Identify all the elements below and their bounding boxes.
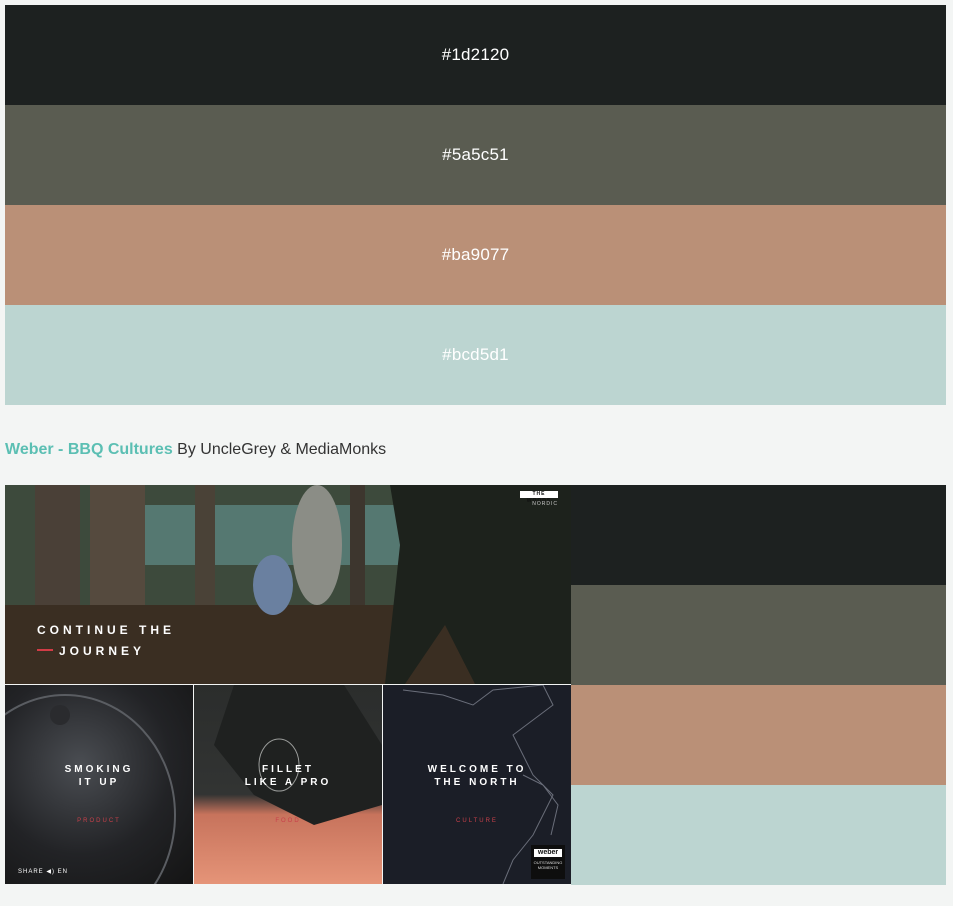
weber-logo[interactable]: weber OUTSTANDING MOMENTS — [531, 845, 565, 879]
hero-accent-line — [37, 649, 53, 651]
swatch-hex-label: #1d2120 — [441, 45, 510, 64]
tile-fillet-line1: FILLET — [262, 764, 314, 775]
tile-fillet[interactable]: FILLET LIKE A PRO FOOD — [194, 685, 382, 884]
swatch-3: #ba9077 — [5, 205, 946, 305]
swatch-1: #1d2120 — [5, 5, 946, 105]
tile-north-line2: THE NORTH — [434, 777, 520, 788]
swatch-hex-label: #ba9077 — [441, 245, 510, 264]
project-byline: By UncleGrey & MediaMonks — [172, 441, 387, 458]
tile-welcome-north[interactable]: WELCOME TO THE NORTH CULTURE weber OUTST… — [383, 685, 571, 884]
hero-badge-line2: NORDIC — [532, 501, 558, 507]
palette-strip-2 — [571, 585, 946, 685]
palette-strip-1 — [571, 485, 946, 585]
swatch-4: #bcd5d1 — [5, 305, 946, 405]
weber-logo-text: weber — [534, 849, 562, 857]
tile-smoking-line2: IT UP — [78, 777, 120, 788]
swatch-hex-label: #5a5c51 — [442, 145, 509, 164]
tile-fillet-sub: FOOD — [275, 818, 301, 824]
website-screenshot: THE WOODS NORDIC CONTINUE THE JOURNEY SM… — [5, 485, 571, 884]
hero-image: THE WOODS NORDIC CONTINUE THE JOURNEY — [5, 485, 571, 684]
palette-strip-4 — [571, 785, 946, 885]
hero-text-line2[interactable]: JOURNEY — [59, 644, 145, 658]
tile-smoking-sub: PRODUCT — [77, 818, 121, 824]
tile-smoking[interactable]: SMOKING IT UP PRODUCT SHARE ◀) EN — [5, 685, 193, 884]
hero-badge-line1: THE WOODS — [526, 491, 552, 504]
share-language-bar[interactable]: SHARE ◀) EN — [18, 868, 68, 875]
palette-strip-3 — [571, 685, 946, 785]
tile-north-line1: WELCOME TO — [427, 764, 527, 775]
hero-text-line1[interactable]: CONTINUE THE — [37, 623, 175, 637]
weber-logo-sub: OUTSTANDING MOMENTS — [533, 860, 563, 870]
palette-strip — [571, 485, 946, 885]
swatch-2: #5a5c51 — [5, 105, 946, 205]
tile-fillet-line2: LIKE A PRO — [244, 777, 332, 788]
project-title-link[interactable]: Weber - BBQ Cultures — [5, 441, 173, 458]
color-swatches: #1d2120 #5a5c51 #ba9077 #bcd5d1 — [5, 5, 946, 405]
tile-north-sub: CULTURE — [456, 818, 498, 824]
swatch-hex-label: #bcd5d1 — [442, 345, 509, 364]
project-caption: Weber - BBQ Cultures By UncleGrey & Medi… — [5, 441, 386, 459]
tile-smoking-line1: SMOKING — [64, 764, 134, 775]
